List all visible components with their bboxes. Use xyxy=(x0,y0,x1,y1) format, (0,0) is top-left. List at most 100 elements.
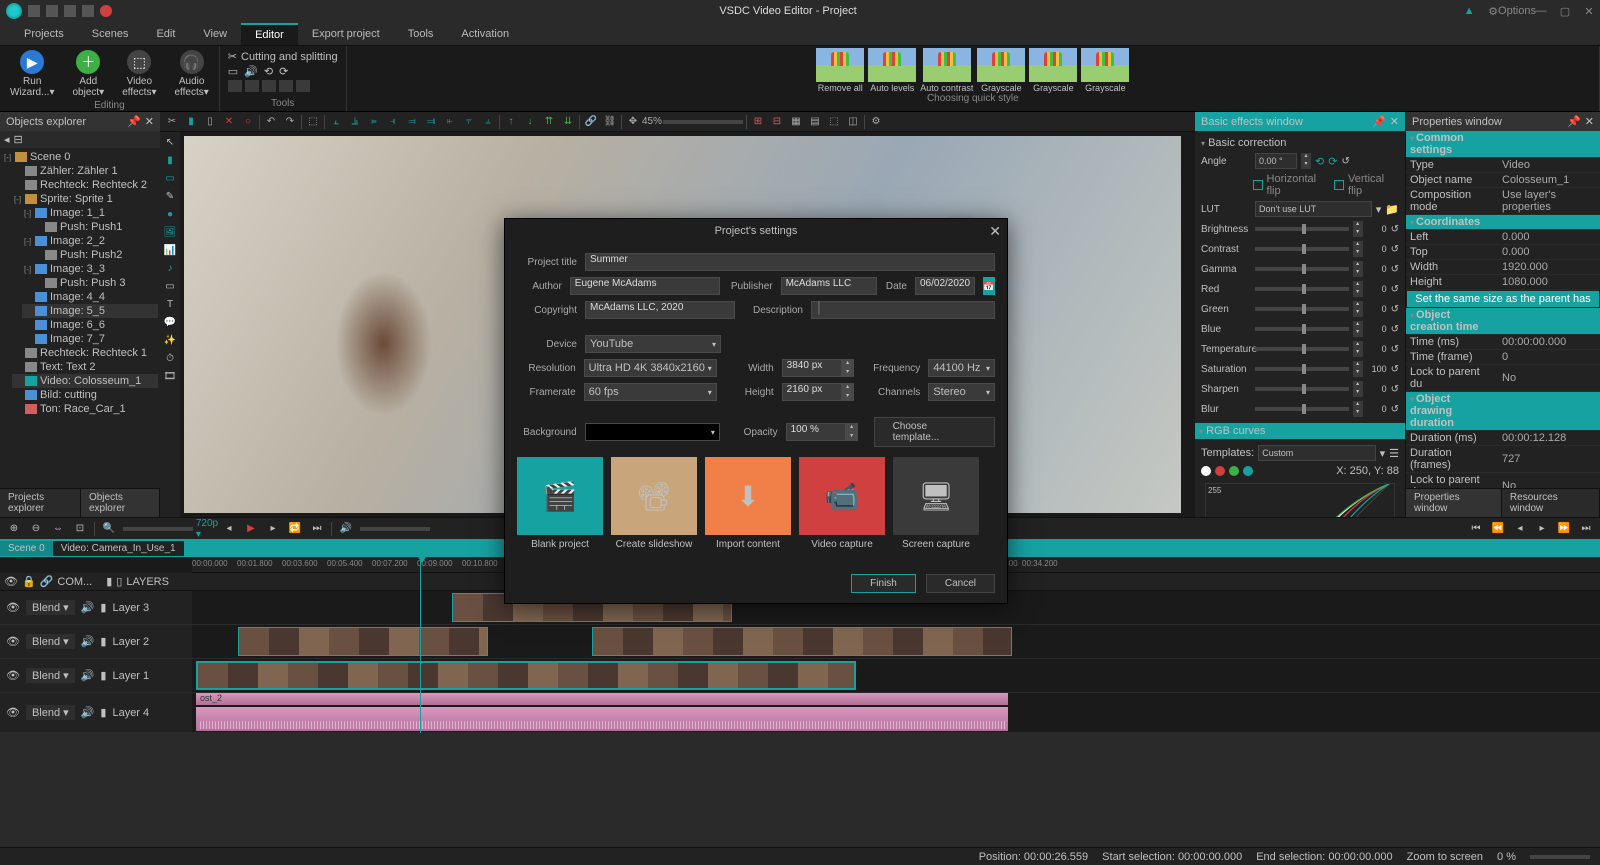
scene-tab[interactable]: Scene 0 xyxy=(0,541,53,556)
select-icon[interactable]: ⬚ xyxy=(305,114,321,130)
zoom-slider[interactable] xyxy=(1530,855,1590,859)
property-action-button[interactable]: Set the same size as the parent has xyxy=(1407,291,1599,307)
slider[interactable] xyxy=(1255,367,1349,371)
resolution-select[interactable]: 720p ▾ xyxy=(199,521,215,537)
tool-icon[interactable]: ⟲ xyxy=(264,65,273,78)
menu-scenes[interactable]: Scenes xyxy=(78,24,143,44)
tree-node[interactable]: Push: Push1 xyxy=(32,220,158,234)
bar-icon[interactable]: ▯ xyxy=(116,575,122,588)
arrow-down-icon[interactable]: ↓ xyxy=(522,114,538,130)
link-icon[interactable]: 🔗 xyxy=(583,114,599,130)
pencil-icon[interactable]: ✎ xyxy=(162,188,178,204)
slider[interactable] xyxy=(1255,347,1349,351)
align-icon[interactable]: ⫠ xyxy=(328,114,344,130)
grid-icon[interactable]: ▦ xyxy=(788,114,804,130)
prev-icon[interactable]: ◂ xyxy=(221,521,237,537)
publisher-input[interactable]: McAdams LLC xyxy=(781,277,877,295)
author-input[interactable]: Eugene McAdams xyxy=(570,277,720,295)
arrow-icon[interactable]: ↖ xyxy=(162,134,178,150)
layer-track[interactable] xyxy=(192,625,1600,658)
grid-icon[interactable]: ⬚ xyxy=(826,114,842,130)
tree-node[interactable]: Zähler: Zähler 1 xyxy=(12,164,158,178)
playhead[interactable] xyxy=(420,557,421,733)
quick-style-thumb[interactable]: Grayscale xyxy=(1029,48,1077,93)
cutting-splitting-label[interactable]: Cutting and splitting xyxy=(241,51,338,63)
next-icon[interactable]: ▸ xyxy=(265,521,281,537)
first-icon[interactable]: ⏮ xyxy=(1468,521,1484,537)
audio-icon[interactable]: 🔊 xyxy=(81,669,95,682)
visibility-icon[interactable]: 👁 xyxy=(6,635,20,648)
choose-template-button[interactable]: Choose template... xyxy=(874,417,995,447)
menu-export-project[interactable]: Export project xyxy=(298,24,394,44)
stretch-icon[interactable]: ⇔ xyxy=(50,521,66,537)
clip-tab[interactable]: Video: Camera_In_Use_1 xyxy=(53,541,184,556)
reset-icon[interactable]: ↺ xyxy=(1391,384,1399,395)
maximize-icon[interactable]: ▢ xyxy=(1560,6,1570,16)
zoom-slider[interactable] xyxy=(663,120,743,124)
properties-table[interactable]: ▾Common settingsTypeVideoObject nameColo… xyxy=(1406,131,1600,488)
template-import-content[interactable]: ⬇Import content xyxy=(705,457,791,550)
fx-icon[interactable]: ▮ xyxy=(100,669,106,682)
slider[interactable] xyxy=(1255,247,1349,251)
rgb-red-channel[interactable] xyxy=(1215,466,1225,476)
video-clip[interactable] xyxy=(196,661,856,690)
play-icon[interactable]: ▶ xyxy=(243,521,259,537)
reset-icon[interactable]: ↺ xyxy=(1391,324,1399,335)
chevron-down-icon[interactable]: ▾ xyxy=(1380,447,1386,460)
date-input[interactable]: 06/02/2020 xyxy=(915,277,975,295)
reset-icon[interactable]: ↺ xyxy=(1391,304,1399,315)
template-blank-project[interactable]: 🎬Blank project xyxy=(517,457,603,550)
blend-mode[interactable]: Blend ▾ xyxy=(26,668,75,683)
property-row[interactable]: Height1080.000 xyxy=(1406,275,1600,290)
rgb-curves-chart[interactable]: 255 128 xyxy=(1205,483,1395,517)
record-icon[interactable] xyxy=(100,5,112,17)
rew-icon[interactable]: ⏪ xyxy=(1490,521,1506,537)
ffwd-icon[interactable]: ⏩ xyxy=(1556,521,1572,537)
close-icon[interactable]: ✕ xyxy=(1584,6,1594,16)
rect-icon[interactable]: ▭ xyxy=(162,278,178,294)
layer-track[interactable] xyxy=(192,659,1600,692)
audio-icon[interactable]: 🔊 xyxy=(81,601,95,614)
tool-icon[interactable] xyxy=(296,80,310,92)
property-row[interactable]: TypeVideo xyxy=(1406,158,1600,173)
reset-icon[interactable]: ↺ xyxy=(1391,404,1399,415)
arrow-top-icon[interactable]: ⇈ xyxy=(541,114,557,130)
music-icon[interactable]: ♪ xyxy=(162,260,178,276)
text-icon[interactable]: T xyxy=(162,296,178,312)
volume-slider[interactable] xyxy=(360,527,430,531)
templates-select[interactable]: Custom xyxy=(1258,445,1375,461)
tree-node[interactable]: Image: 4_4 xyxy=(22,290,158,304)
layer-name[interactable]: Layer 4 xyxy=(112,707,149,719)
tool-icon[interactable] xyxy=(245,80,259,92)
eye-icon[interactable]: 👁 xyxy=(4,575,18,588)
layer-name[interactable]: Layer 3 xyxy=(112,602,149,614)
bar-icon[interactable]: ▮ xyxy=(106,575,112,588)
image-icon[interactable]: 🖼 xyxy=(162,224,178,240)
framerate-select[interactable]: 60 fps▾ xyxy=(584,383,717,401)
tool-icon[interactable]: ▯ xyxy=(202,114,218,130)
layer-icon[interactable]: ▮ xyxy=(183,114,199,130)
menu-view[interactable]: View xyxy=(189,24,241,44)
lut-select[interactable]: Don't use LUT xyxy=(1255,201,1372,217)
tree-node[interactable]: Push: Push2 xyxy=(32,248,158,262)
rotate-cw-icon[interactable]: ⟳ xyxy=(1328,155,1337,168)
slider[interactable] xyxy=(1255,307,1349,311)
quick-style-thumb[interactable]: Remove all xyxy=(816,48,864,93)
property-row[interactable]: Composition modeUse layer's properties xyxy=(1406,188,1600,215)
zoom-value[interactable]: 45% xyxy=(644,114,660,130)
property-row[interactable]: Time (ms)00:00:00.000 xyxy=(1406,335,1600,350)
resolution-select[interactable]: Ultra HD 4K 3840x2160 pixels (16:9)▾ xyxy=(584,359,717,377)
tool-icon[interactable] xyxy=(279,80,293,92)
property-row[interactable]: Time (frame)0 xyxy=(1406,350,1600,365)
grid-icon[interactable]: ⊞ xyxy=(750,114,766,130)
tab-properties[interactable]: Properties window xyxy=(1406,489,1502,517)
video-effects-button[interactable]: ⬚ Video effects▾ xyxy=(116,48,162,100)
spin-down-icon[interactable]: ▾ xyxy=(1301,161,1311,169)
slider[interactable] xyxy=(1255,387,1349,391)
tool-icon[interactable] xyxy=(262,80,276,92)
project-title-input[interactable]: Summer xyxy=(585,253,995,271)
objects-tree[interactable]: [-]Scene 0Zähler: Zähler 1Rechteck: Rech… xyxy=(0,148,160,488)
audio-waveform[interactable] xyxy=(196,707,1008,731)
pin-icon[interactable]: 📌 xyxy=(127,115,141,128)
undo-icon[interactable]: ↶ xyxy=(263,114,279,130)
